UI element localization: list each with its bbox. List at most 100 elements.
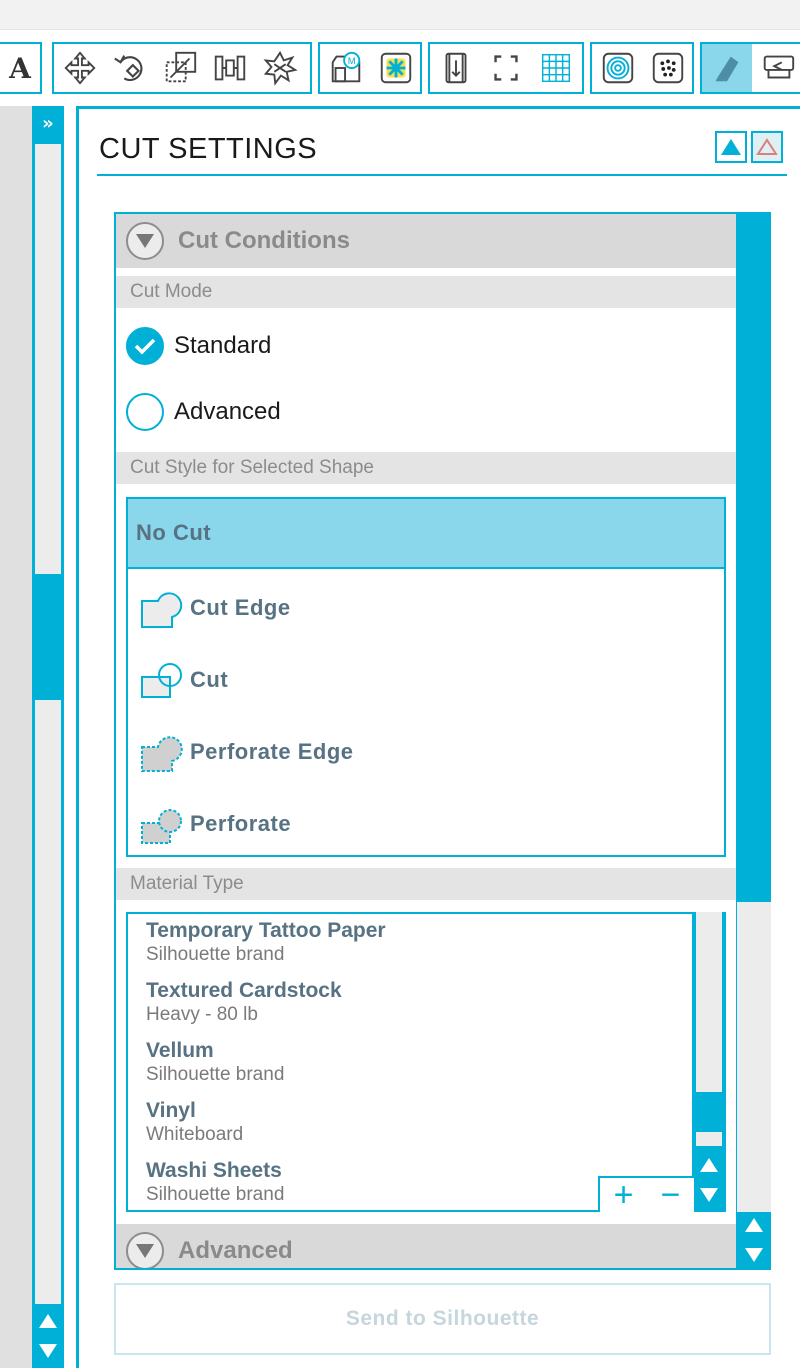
move-button[interactable]	[58, 44, 102, 92]
cut-icon	[141, 663, 182, 698]
material-scroll-track-lower[interactable]	[696, 1132, 722, 1146]
cut-conditions-header[interactable]: Cut Conditions	[116, 214, 736, 268]
radio-checked-icon[interactable]	[126, 327, 164, 365]
align-button[interactable]	[208, 44, 252, 92]
content-scroll-down-button[interactable]	[738, 1240, 770, 1270]
section-title: Cut Conditions	[178, 227, 350, 254]
send-to-silhouette-button[interactable]: Send to Silhouette	[114, 1283, 771, 1355]
rotate-button[interactable]	[108, 44, 152, 92]
align-icon	[214, 55, 246, 81]
content-scroll-up-button[interactable]	[738, 1210, 770, 1240]
section-title: Advanced	[178, 1237, 293, 1264]
left-panel-scrollbar[interactable]: »	[32, 106, 64, 1368]
content-scroll-track[interactable]	[737, 902, 771, 1212]
material-name: Temporary Tattoo Paper	[146, 919, 386, 942]
material-detail: Silhouette brand	[146, 1064, 285, 1085]
trace-button[interactable]	[646, 44, 690, 92]
page-setup-button[interactable]	[434, 44, 478, 92]
arrow-down-icon	[39, 1344, 57, 1358]
offset-button[interactable]	[596, 44, 640, 92]
cut-style-perforate-edge[interactable]: Perforate Edge	[128, 717, 724, 787]
grid-button[interactable]	[534, 44, 578, 92]
add-material-button[interactable]: +	[614, 1178, 634, 1212]
material-name: Vellum	[146, 1039, 214, 1062]
material-scrollbar[interactable]	[692, 912, 726, 1212]
panel-title: CUT SETTINGS	[99, 133, 318, 165]
send-button-toolbar[interactable]	[756, 44, 800, 92]
style-label: Cut Edge	[190, 595, 291, 620]
scale-icon	[165, 51, 197, 83]
arrow-up-icon	[700, 1158, 718, 1172]
material-scroll-up-button[interactable]	[693, 1150, 725, 1180]
left-scroll-thumb[interactable]	[35, 574, 61, 700]
style-label: No Cut	[136, 520, 212, 545]
advanced-header[interactable]: Advanced	[116, 1224, 736, 1268]
style-label: Perforate Edge	[190, 739, 354, 764]
remove-material-button[interactable]: −	[661, 1178, 681, 1212]
toolbar-group-library: M	[318, 42, 422, 94]
perforate-icon	[141, 809, 182, 844]
fill-panel-button[interactable]	[374, 44, 418, 92]
toolbar-group-output	[700, 42, 800, 94]
double-chevron-right-icon: »	[42, 112, 54, 134]
perforate-edge-icon	[141, 736, 183, 772]
triangle-down-icon	[136, 1244, 154, 1258]
cut-edge-icon	[141, 592, 183, 628]
material-item[interactable]: Textured Cardstock Heavy - 80 lb	[146, 978, 342, 1026]
material-detail: Silhouette brand	[146, 1184, 285, 1205]
replicate-button[interactable]	[258, 44, 302, 92]
send-icon	[763, 55, 795, 79]
radio-label: Standard	[174, 332, 272, 359]
style-label: Perforate	[190, 811, 292, 836]
material-item[interactable]: Vellum Silhouette brand	[146, 1038, 284, 1086]
radio-unchecked-icon[interactable]	[126, 393, 164, 431]
cut-style-cut[interactable]: Cut	[128, 645, 724, 715]
toolbar-group-text: A	[0, 42, 42, 94]
material-item[interactable]: Washi Sheets Silhouette brand	[146, 1158, 284, 1206]
scale-button[interactable]	[158, 44, 202, 92]
material-list[interactable]: Temporary Tattoo Paper Silhouette brand …	[126, 912, 694, 1212]
cut-mode-advanced[interactable]: Advanced	[126, 392, 281, 432]
rotate-icon	[114, 55, 143, 82]
cut-settings-panel: CUT SETTINGS Cut Conditions Cut Mode Sta…	[76, 106, 800, 1368]
collapse-toggle-icon[interactable]	[126, 1232, 164, 1268]
collapse-toggle-icon[interactable]	[126, 222, 164, 260]
fill-icon	[380, 52, 412, 84]
panel-collapse-button[interactable]	[715, 131, 747, 163]
cut-mode-standard[interactable]: Standard	[126, 326, 271, 366]
material-scroll-track[interactable]	[696, 912, 722, 1092]
expand-panel-button[interactable]: »	[32, 106, 64, 140]
design-store-icon: M	[331, 51, 361, 83]
material-type-label: Material Type	[116, 868, 736, 900]
style-label: Cut	[190, 667, 229, 692]
material-actions: + −	[598, 1176, 694, 1212]
material-name: Textured Cardstock	[146, 979, 342, 1002]
cut-style-cut-edge[interactable]: Cut Edge	[128, 573, 724, 643]
arrow-down-icon	[745, 1248, 763, 1262]
radio-label: Advanced	[174, 398, 281, 425]
cut-style-list: No Cut Cut Edge Cut Perforate Edge Perfo…	[126, 497, 726, 857]
material-name: Washi Sheets	[146, 1159, 282, 1182]
content-scrollbar[interactable]	[737, 212, 771, 1270]
text-tool-button[interactable]: A	[0, 44, 42, 92]
left-scroll-track[interactable]	[35, 144, 61, 1304]
material-scroll-down-button[interactable]	[693, 1180, 725, 1210]
cut-style-perforate[interactable]: Perforate	[128, 789, 724, 859]
material-detail: Silhouette brand	[146, 944, 285, 965]
registration-marks-button[interactable]	[484, 44, 528, 92]
toolbar-group-effects	[590, 42, 694, 94]
cut-settings-button[interactable]	[702, 44, 752, 92]
settings-content: Cut Conditions Cut Mode Standard Advance…	[114, 212, 738, 1270]
cut-style-no-cut[interactable]: No Cut	[128, 499, 724, 569]
replicate-icon	[263, 50, 298, 86]
grid-icon	[541, 53, 571, 83]
panel-close-button[interactable]	[751, 131, 783, 163]
left-sidebar	[0, 106, 32, 1368]
left-scroll-down-button[interactable]	[32, 1336, 64, 1366]
left-scroll-up-button[interactable]	[32, 1306, 64, 1336]
triangle-up-filled-icon	[721, 139, 741, 155]
material-item[interactable]: Vinyl Whiteboard	[146, 1098, 243, 1146]
svg-text:M: M	[348, 56, 356, 67]
material-item[interactable]: Temporary Tattoo Paper Silhouette brand	[146, 918, 386, 966]
design-store-button[interactable]: M	[324, 44, 368, 92]
